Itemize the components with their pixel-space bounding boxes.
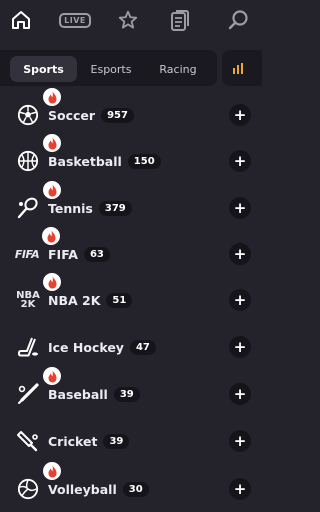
sport-row-volleyball[interactable]: Volleyball 30 +	[0, 462, 252, 512]
tab-esports[interactable]: Esports	[77, 56, 145, 82]
sport-name: Volleyball	[48, 481, 117, 497]
sport-row-nba2k[interactable]: NBA 2K NBA 2K 51 +	[0, 273, 252, 323]
tennis-icon	[15, 181, 61, 221]
event-count-badge: 150	[127, 153, 161, 169]
sport-name: Ice Hockey	[48, 339, 124, 355]
ice-hockey-icon	[15, 334, 41, 360]
add-favorite-button[interactable]: +	[229, 289, 251, 311]
add-favorite-button[interactable]: +	[229, 478, 251, 500]
sport-name: Cricket	[48, 433, 98, 449]
event-count-badge: 39	[103, 433, 130, 449]
nba2k-logo: NBA 2K	[16, 290, 40, 310]
tab-racing[interactable]: Racing	[145, 56, 211, 82]
sport-name: NBA 2K	[48, 292, 101, 308]
search-icon[interactable]	[224, 6, 252, 34]
event-count-badge: 63	[83, 246, 110, 262]
event-count-badge: 51	[106, 292, 133, 308]
add-favorite-button[interactable]: +	[229, 243, 251, 265]
volleyball-icon	[15, 462, 61, 502]
add-favorite-button[interactable]: +	[229, 383, 251, 405]
stats-button[interactable]	[222, 50, 262, 86]
hot-fire-icon	[43, 134, 61, 152]
event-count-badge: 39	[113, 386, 140, 402]
add-favorite-button[interactable]: +	[229, 104, 251, 126]
event-count-badge: 47	[129, 339, 156, 355]
top-navigation: LIVE	[0, 0, 252, 42]
add-favorite-button[interactable]: +	[229, 150, 251, 172]
sport-row-cricket[interactable]: Cricket 39 +	[0, 418, 252, 464]
sport-name: Basketball	[48, 153, 122, 169]
basketball-icon	[15, 134, 61, 174]
home-icon[interactable]	[7, 6, 35, 34]
sport-row-soccer[interactable]: Soccer 957 +	[0, 88, 252, 138]
sport-row-ice-hockey[interactable]: Ice Hockey 47 +	[0, 324, 252, 370]
live-label: LIVE	[59, 12, 91, 28]
add-favorite-button[interactable]: +	[229, 336, 251, 358]
sport-row-tennis[interactable]: Tennis 379 +	[0, 181, 252, 231]
star-icon[interactable]	[114, 6, 142, 34]
nba2k-icon: NBA 2K	[15, 273, 61, 313]
fifa-icon: FIFA	[14, 227, 60, 267]
betslip-icon[interactable]	[166, 6, 194, 34]
hot-fire-icon	[43, 462, 61, 480]
add-favorite-button[interactable]: +	[229, 197, 251, 219]
sport-name: Tennis	[48, 200, 93, 216]
fifa-logo: FIFA	[14, 247, 40, 261]
soccer-icon	[15, 88, 61, 128]
sport-row-fifa[interactable]: FIFA FIFA 63 +	[0, 227, 252, 277]
add-favorite-button[interactable]: +	[229, 430, 251, 452]
event-count-badge: 30	[122, 481, 149, 497]
live-icon[interactable]: LIVE	[59, 6, 91, 34]
hot-fire-icon	[43, 273, 61, 291]
category-tabs: Sports Esports Racing	[0, 50, 217, 86]
hot-fire-icon	[43, 367, 61, 385]
sport-row-baseball[interactable]: Baseball 39 +	[0, 367, 252, 417]
sport-name: Baseball	[48, 386, 108, 402]
event-count-badge: 379	[98, 200, 132, 216]
sport-name: FIFA	[48, 246, 78, 262]
hot-fire-icon	[43, 181, 61, 199]
sport-row-basketball[interactable]: Basketball 150 +	[0, 134, 252, 184]
event-count-badge: 957	[101, 107, 134, 123]
hot-fire-icon	[43, 88, 61, 106]
tab-sports[interactable]: Sports	[10, 56, 77, 82]
hot-fire-icon	[42, 227, 60, 245]
sport-name: Soccer	[48, 107, 96, 123]
baseball-icon	[15, 367, 61, 407]
cricket-icon	[15, 428, 41, 454]
stats-icon	[233, 63, 243, 74]
